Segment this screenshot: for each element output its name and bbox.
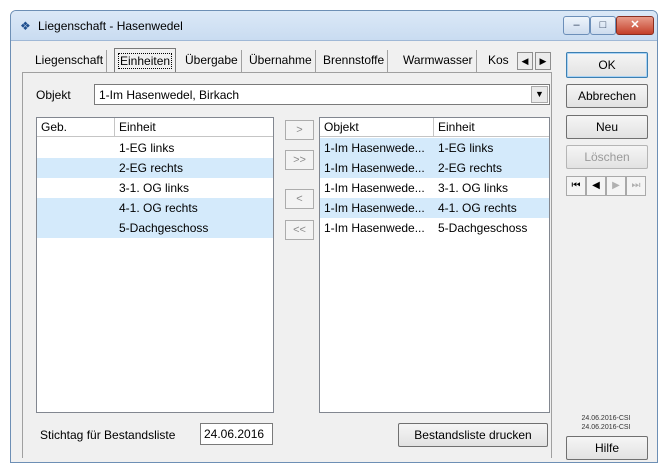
- maximize-button[interactable]: □: [590, 16, 616, 35]
- help-button[interactable]: Hilfe: [566, 436, 648, 460]
- cell-objekt: 1-Im Hasenwede...: [324, 161, 425, 175]
- move-left-button[interactable]: <: [285, 189, 314, 209]
- list-item[interactable]: 4-1. OG rechts: [37, 198, 273, 218]
- cell-einheit: 2-EG rechts: [438, 161, 503, 175]
- move-all-left-button[interactable]: <<: [285, 220, 314, 240]
- cell-einheit: 4-1. OG rechts: [119, 201, 198, 215]
- cell-objekt: 1-Im Hasenwede...: [324, 181, 425, 195]
- cell-einheit: 1-EG links: [438, 141, 494, 155]
- tab-brennstoffe[interactable]: Brennstoffe: [320, 50, 389, 72]
- minimize-button[interactable]: –: [563, 16, 590, 35]
- cell-objekt: 1-Im Hasenwede...: [324, 141, 425, 155]
- tab-scroll-left-button[interactable]: ◀: [517, 52, 533, 70]
- list-item[interactable]: 1-EG links: [37, 138, 273, 158]
- column-header-einheit[interactable]: Einheit: [115, 118, 273, 136]
- tab-warmwasser[interactable]: Warmwasser: [400, 50, 477, 72]
- objekt-value: 1-Im Hasenwedel, Birkach: [99, 88, 240, 102]
- tab-label: Übergabe: [185, 53, 238, 67]
- list-header: Geb. Einheit: [37, 118, 273, 137]
- version-info: 24.06.2016-CSI: [581, 415, 631, 422]
- title-bar[interactable]: ❖ Liegenschaft - Hasenwedel – □ ✕: [11, 11, 657, 41]
- stichtag-date-input[interactable]: 24.06.2016: [200, 423, 273, 445]
- list-item[interactable]: 1-Im Hasenwede... 4-1. OG rechts: [320, 198, 549, 218]
- tab-label: Kos: [488, 53, 509, 67]
- tab-label: Brennstoffe: [323, 53, 385, 67]
- list-item[interactable]: 1-Im Hasenwede... 3-1. OG links: [320, 178, 549, 198]
- objekt-label: Objekt: [36, 88, 71, 102]
- move-right-button[interactable]: >: [285, 120, 314, 140]
- move-all-right-button[interactable]: >>: [285, 150, 314, 170]
- list-item[interactable]: 5-Dachgeschoss: [37, 218, 273, 238]
- window-title: Liegenschaft - Hasenwedel: [38, 19, 183, 33]
- tab-uebernahme[interactable]: Übernahme: [246, 50, 316, 72]
- objekt-select[interactable]: 1-Im Hasenwedel, Birkach ▼: [94, 84, 550, 105]
- column-header-objekt[interactable]: Objekt: [320, 118, 434, 136]
- available-units-list[interactable]: Geb. Einheit 1-EG links 2-EG rechts 3-1.…: [36, 117, 274, 413]
- tab-label: Einheiten: [118, 53, 173, 69]
- cell-einheit: 5-Dachgeschoss: [119, 221, 209, 235]
- previous-record-icon[interactable]: ◀: [586, 176, 606, 196]
- first-record-icon[interactable]: ⏮: [566, 176, 586, 196]
- chevron-down-icon[interactable]: ▼: [531, 86, 548, 103]
- tab-label: Liegenschaft: [35, 53, 104, 67]
- column-header-einheit[interactable]: Einheit: [434, 118, 549, 136]
- ok-button[interactable]: OK: [566, 52, 648, 78]
- tab-label: Übernahme: [249, 53, 312, 67]
- tab-label: Warmwasser: [403, 53, 473, 67]
- tab-uebergabe[interactable]: Übergabe: [182, 50, 242, 72]
- cell-einheit: 4-1. OG rechts: [438, 201, 517, 215]
- cell-einheit: 3-1. OG links: [438, 181, 509, 195]
- list-header: Objekt Einheit: [320, 118, 549, 137]
- close-button[interactable]: ✕: [616, 16, 654, 35]
- list-item[interactable]: 3-1. OG links: [37, 178, 273, 198]
- app-icon: ❖: [20, 19, 31, 33]
- version-info: 24.06.2016-CSI: [581, 424, 631, 431]
- cell-einheit: 2-EG rechts: [119, 161, 184, 175]
- list-item[interactable]: 2-EG rechts: [37, 158, 273, 178]
- tab-liegenschaft[interactable]: Liegenschaft: [32, 50, 108, 72]
- assigned-units-list[interactable]: Objekt Einheit 1-Im Hasenwede... 1-EG li…: [319, 117, 550, 413]
- tab-scroll-right-button[interactable]: ▶: [535, 52, 551, 70]
- cell-einheit: 1-EG links: [119, 141, 175, 155]
- cell-objekt: 1-Im Hasenwede...: [324, 201, 425, 215]
- cell-objekt: 1-Im Hasenwede...: [324, 221, 425, 235]
- cancel-button[interactable]: Abbrechen: [566, 84, 648, 108]
- list-item[interactable]: 1-Im Hasenwede... 5-Dachgeschoss: [320, 218, 549, 238]
- cell-einheit: 5-Dachgeschoss: [438, 221, 528, 235]
- new-button[interactable]: Neu: [566, 115, 648, 139]
- list-item[interactable]: 1-Im Hasenwede... 2-EG rechts: [320, 158, 549, 178]
- print-inventory-button[interactable]: Bestandsliste drucken: [398, 423, 548, 447]
- tab-einheiten[interactable]: Einheiten: [114, 48, 177, 73]
- cell-einheit: 3-1. OG links: [119, 181, 190, 195]
- tab-kosten[interactable]: Kos: [485, 50, 512, 72]
- list-item[interactable]: 1-Im Hasenwede... 1-EG links: [320, 138, 549, 158]
- next-record-icon[interactable]: ▶: [606, 176, 626, 196]
- last-record-icon[interactable]: ⏭: [626, 176, 646, 196]
- stichtag-label: Stichtag für Bestandsliste: [40, 428, 176, 442]
- delete-button[interactable]: Löschen: [566, 145, 648, 169]
- column-header-geb[interactable]: Geb.: [37, 118, 115, 136]
